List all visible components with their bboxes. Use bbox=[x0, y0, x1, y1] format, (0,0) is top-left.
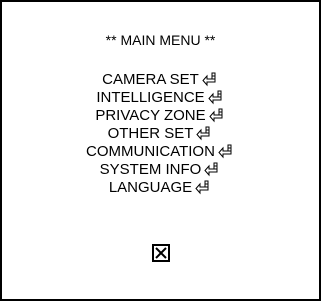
menu-title: ** MAIN MENU ** bbox=[105, 32, 216, 48]
main-menu-list: CAMERA SET INTELLIGENCE PRIVACY ZONE OTH… bbox=[2, 71, 319, 197]
menu-item-label: SYSTEM INFO bbox=[99, 161, 202, 178]
enter-key-icon bbox=[203, 162, 221, 178]
boxed-x-icon bbox=[152, 244, 170, 262]
enter-key-icon bbox=[217, 144, 235, 160]
enter-key-icon bbox=[208, 108, 226, 124]
enter-key-icon bbox=[201, 72, 219, 88]
menu-item-privacy-zone[interactable]: PRIVACY ZONE bbox=[2, 107, 319, 125]
menu-item-label: COMMUNICATION bbox=[86, 143, 215, 160]
menu-item-language[interactable]: LANGUAGE bbox=[2, 179, 319, 197]
exit-button[interactable] bbox=[152, 244, 170, 262]
menu-item-label: LANGUAGE bbox=[108, 179, 193, 196]
menu-item-label: INTELLIGENCE bbox=[96, 89, 205, 106]
menu-item-label: OTHER SET bbox=[107, 125, 194, 142]
menu-item-communication[interactable]: COMMUNICATION bbox=[2, 143, 319, 161]
enter-key-icon bbox=[195, 126, 213, 142]
menu-item-intelligence[interactable]: INTELLIGENCE bbox=[2, 89, 319, 107]
menu-item-label: CAMERA SET bbox=[102, 71, 199, 88]
osd-menu-frame: ** MAIN MENU ** CAMERA SET INTELLIGENCE … bbox=[0, 0, 321, 301]
enter-key-icon bbox=[194, 180, 212, 196]
menu-item-label: PRIVACY ZONE bbox=[95, 107, 206, 124]
menu-item-other-set[interactable]: OTHER SET bbox=[2, 125, 319, 143]
menu-item-system-info[interactable]: SYSTEM INFO bbox=[2, 161, 319, 179]
menu-item-camera-set[interactable]: CAMERA SET bbox=[2, 71, 319, 89]
enter-key-icon bbox=[207, 90, 225, 106]
